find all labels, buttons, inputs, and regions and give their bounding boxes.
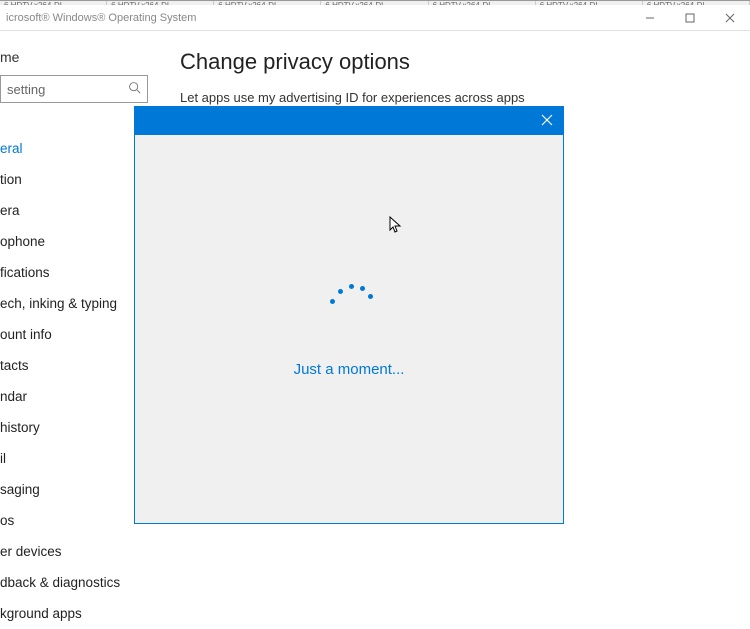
tab-item[interactable]: 6.HDTV.x264-DL <box>321 1 428 5</box>
window-controls <box>630 5 750 30</box>
close-button[interactable] <box>710 5 750 30</box>
sidebar-item[interactable]: dback & diagnostics <box>0 567 160 598</box>
dialog-body: Just a moment... <box>135 135 563 523</box>
window-titlebar: icrosoft® Windows® Operating System <box>0 5 750 31</box>
loading-spinner-icon <box>324 281 374 331</box>
dialog-close-button[interactable] <box>541 114 553 128</box>
tab-item[interactable]: 6.HDTV.x264-DL <box>536 1 643 5</box>
tab-item[interactable]: 6.HDTV.x264-DL <box>0 1 107 5</box>
search-placeholder: setting <box>7 82 45 97</box>
page-title: Change privacy options <box>180 49 750 75</box>
tab-item[interactable]: 6.HDTV.x264-DL <box>214 1 321 5</box>
sidebar-item[interactable]: er devices <box>0 536 160 567</box>
home-link[interactable]: me <box>0 43 160 75</box>
tab-item[interactable]: 6.HDTV.x264-DL <box>429 1 536 5</box>
minimize-button[interactable] <box>630 5 670 30</box>
loading-text: Just a moment... <box>294 361 405 378</box>
sidebar-item[interactable]: kground apps <box>0 598 160 629</box>
tab-item[interactable]: 6.HDTV.x264-DL <box>107 1 214 5</box>
window-title: icrosoft® Windows® Operating System <box>6 12 196 24</box>
dialog-titlebar <box>135 107 563 135</box>
loading-dialog: Just a moment... <box>134 106 564 524</box>
maximize-button[interactable] <box>670 5 710 30</box>
search-icon <box>128 81 141 97</box>
desc-line-1: Let apps use my advertising ID for exper… <box>180 90 525 105</box>
search-input[interactable]: setting <box>0 75 148 103</box>
